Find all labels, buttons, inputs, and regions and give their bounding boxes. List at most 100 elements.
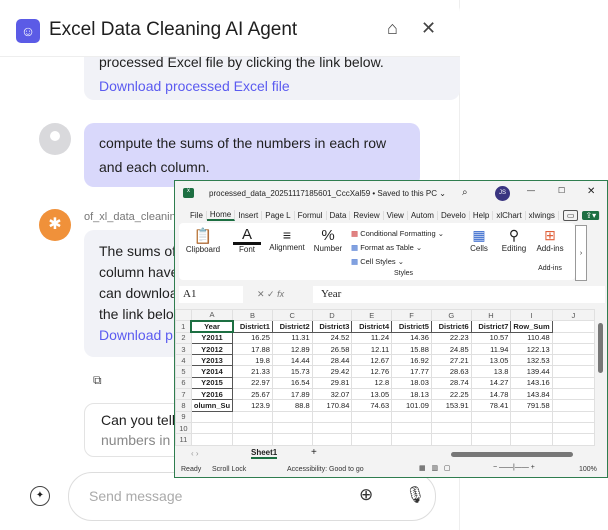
cell[interactable]: 15.88 [391, 342, 432, 356]
cell[interactable]: 14.44 [271, 354, 313, 367]
cell[interactable]: 143.84 [510, 388, 553, 401]
cell[interactable]: 26.58 [311, 342, 353, 356]
cell[interactable] [391, 410, 432, 423]
cell[interactable] [271, 421, 313, 435]
tab-developer[interactable]: Develo [438, 210, 470, 220]
tab-file[interactable]: File [187, 210, 207, 220]
row-header[interactable]: 7 [175, 388, 192, 401]
add-sheet-icon[interactable]: + [311, 447, 317, 458]
cell[interactable] [232, 421, 273, 435]
tab-insert[interactable]: Insert [235, 210, 263, 220]
cell[interactable]: 12.67 [351, 354, 393, 367]
cell[interactable]: 16.25 [232, 331, 273, 344]
cell[interactable] [391, 421, 432, 435]
cell[interactable] [351, 421, 393, 435]
cell[interactable]: 13.05 [351, 388, 393, 401]
editing-button[interactable]: ⚲ Editing [499, 227, 529, 253]
cell[interactable]: District7 [470, 320, 512, 333]
cell[interactable]: 170.84 [311, 399, 353, 412]
column-header[interactable]: C [271, 308, 313, 322]
cell[interactable]: District6 [430, 320, 472, 333]
tab-formulas[interactable]: Formul [295, 210, 327, 220]
cell[interactable]: 123.9 [232, 399, 273, 412]
view-icons[interactable]: ▦ ▥ ▢ [419, 464, 451, 472]
cell[interactable]: 16.92 [391, 354, 432, 367]
cell[interactable] [510, 410, 553, 423]
cell[interactable] [551, 433, 596, 446]
share-icon[interactable]: ⇪▾ [582, 210, 601, 220]
copy-icon[interactable]: ⧉ [93, 373, 102, 388]
cell[interactable] [551, 410, 596, 423]
cell[interactable]: 29.81 [311, 376, 353, 390]
cell[interactable] [551, 342, 596, 356]
cell[interactable]: Y2015 [190, 376, 234, 390]
tab-automate[interactable]: Autom [408, 210, 438, 220]
column-header[interactable]: J [551, 308, 596, 322]
row-header[interactable]: 3 [175, 342, 192, 356]
conditional-formatting-button[interactable]: ▦ Conditional Formatting ⌄ [351, 227, 444, 241]
cell[interactable] [190, 410, 234, 423]
cell[interactable]: 17.77 [391, 365, 432, 378]
cell[interactable] [510, 433, 553, 446]
cell[interactable]: Year [190, 319, 234, 334]
sheet-tab[interactable]: Sheet1 [251, 448, 278, 459]
cell[interactable]: Y2011 [190, 331, 234, 344]
row-header[interactable]: 9 [175, 410, 192, 423]
cell[interactable]: 101.09 [391, 399, 432, 412]
column-header[interactable]: E [351, 308, 393, 322]
cell[interactable] [311, 410, 353, 423]
prev-sheet-icon[interactable]: ‹ › [191, 449, 199, 458]
cell[interactable] [470, 433, 512, 446]
cell[interactable] [190, 433, 234, 446]
cell[interactable]: 28.63 [430, 365, 472, 378]
cell[interactable] [470, 410, 512, 423]
user-avatar[interactable]: JS [495, 186, 510, 201]
number-button[interactable]: % Number [313, 227, 343, 253]
cell[interactable]: 10.57 [470, 331, 512, 344]
tab-page-layout[interactable]: Page L [262, 210, 295, 220]
cell[interactable]: 16.54 [271, 376, 313, 390]
row-header[interactable]: 2 [175, 331, 192, 344]
cell[interactable]: 14.27 [470, 376, 512, 390]
cell[interactable]: 139.44 [510, 365, 553, 378]
cell[interactable]: 74.63 [351, 399, 393, 412]
cell[interactable] [271, 433, 313, 446]
cell[interactable] [551, 399, 596, 412]
vertical-scrollbar[interactable] [595, 313, 605, 443]
cell[interactable] [430, 433, 472, 446]
microphone-icon[interactable]: 🎙 [405, 485, 425, 505]
column-header[interactable]: G [430, 308, 472, 322]
row-header[interactable]: 11 [175, 433, 192, 446]
formula-input[interactable]: Year [313, 286, 605, 303]
column-header[interactable]: B [232, 308, 273, 322]
row-header[interactable]: 10 [175, 421, 192, 435]
row-header[interactable]: 4 [175, 354, 192, 367]
close-icon[interactable]: ✕ [587, 186, 595, 197]
tab-view[interactable]: View [384, 210, 408, 220]
cell[interactable] [430, 410, 472, 423]
cell[interactable]: Y2013 [190, 354, 234, 367]
cell[interactable]: 11.24 [351, 331, 393, 344]
cell[interactable]: 153.91 [430, 399, 472, 412]
cell[interactable]: 22.23 [430, 331, 472, 344]
cell[interactable]: 29.42 [311, 365, 353, 378]
cell[interactable]: Y2014 [190, 365, 234, 378]
cell[interactable]: 13.05 [470, 354, 512, 367]
close-icon[interactable]: ✕ [421, 18, 436, 39]
format-as-table-button[interactable]: ▦ Format as Table ⌄ [351, 241, 444, 255]
row-header[interactable]: 1 [175, 320, 192, 333]
cell[interactable]: 122.13 [510, 342, 553, 356]
formula-buttons[interactable]: ✕ ✓ fx [257, 289, 309, 300]
name-box[interactable]: A1 [179, 286, 243, 303]
cell[interactable]: 24.52 [311, 331, 353, 344]
tab-xlwings[interactable]: xlwings [526, 210, 559, 220]
corner-cell[interactable] [175, 308, 192, 322]
cell[interactable]: 19.8 [232, 354, 273, 367]
cell[interactable]: District4 [351, 320, 393, 333]
column-header[interactable]: A [190, 308, 234, 322]
cell[interactable]: 11.31 [271, 331, 313, 344]
cell[interactable]: 14.36 [391, 331, 432, 344]
cell[interactable] [351, 433, 393, 446]
cell[interactable]: Row_Sum [510, 320, 553, 333]
cell[interactable]: 132.53 [510, 354, 553, 367]
